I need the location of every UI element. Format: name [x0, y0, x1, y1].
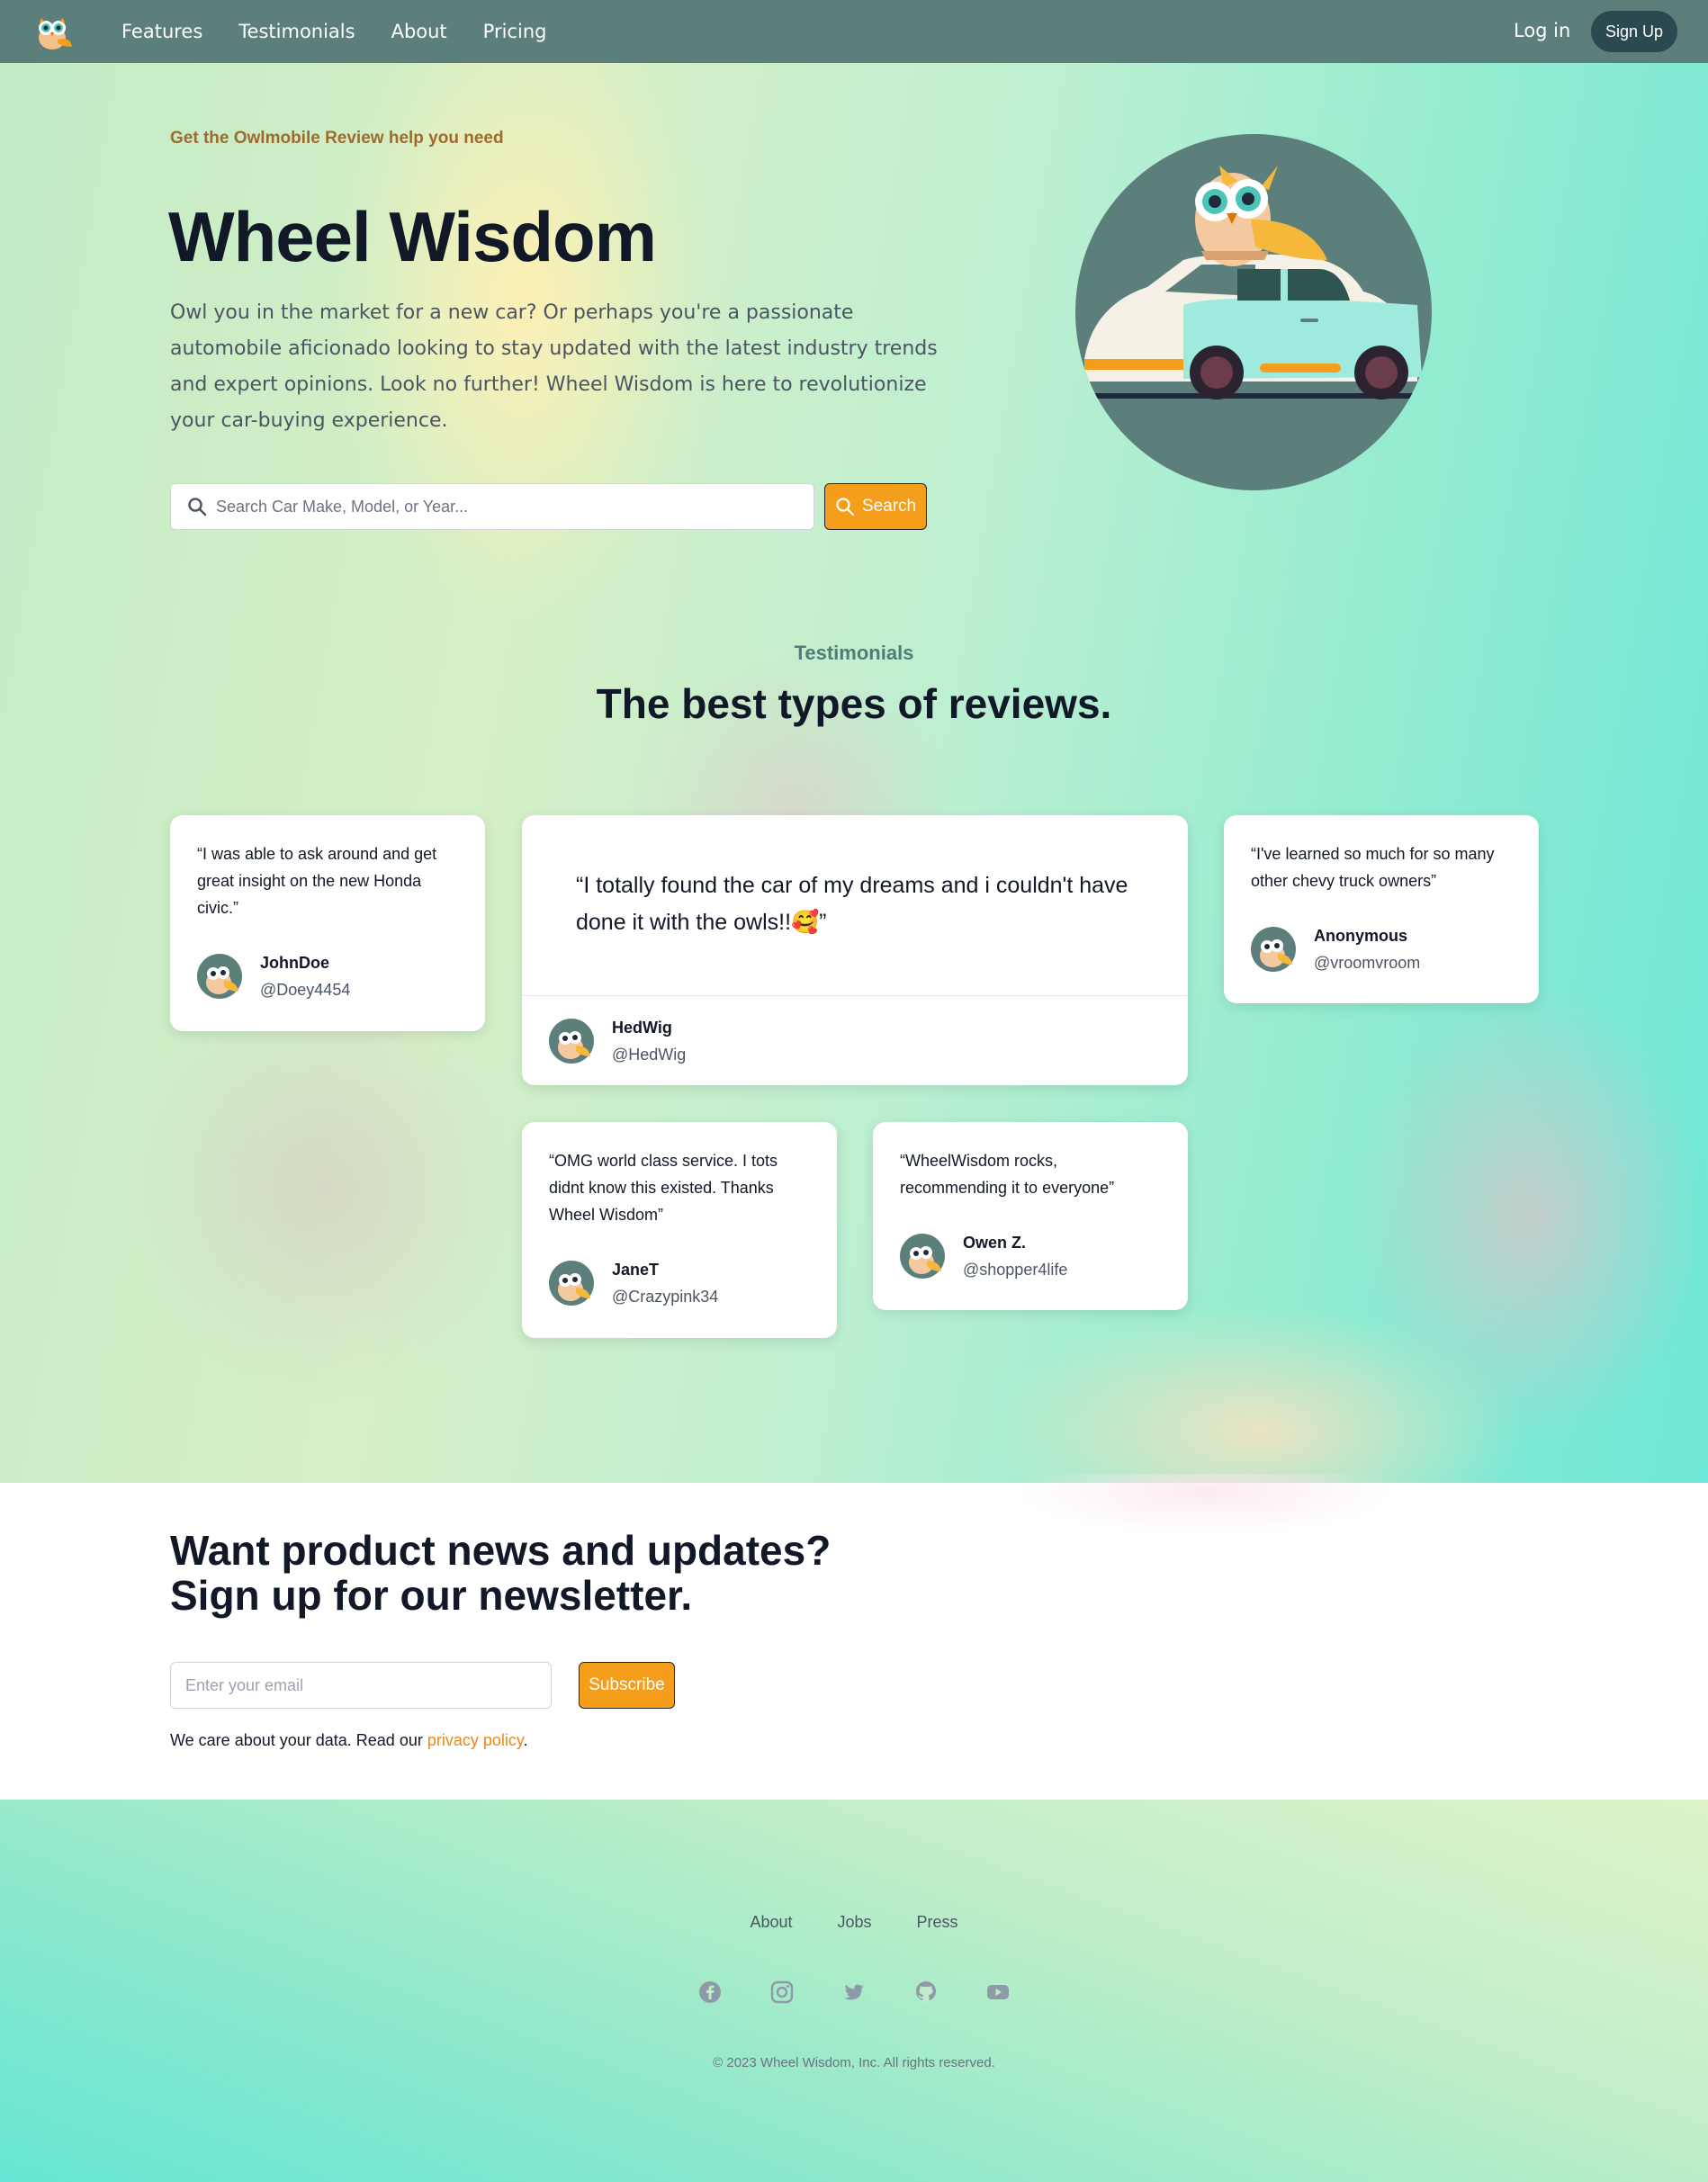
hero-eyebrow: Get the Owlmobile Review help you need: [170, 129, 504, 148]
facebook-icon[interactable]: [697, 1980, 723, 2005]
nav-link-pricing[interactable]: Pricing: [483, 21, 547, 42]
testimonial-quote: “WheelWisdom rocks, recommending it to e…: [900, 1152, 1115, 1197]
signup-button[interactable]: Sign Up: [1591, 11, 1677, 52]
footer-link-about[interactable]: About: [750, 1913, 792, 1932]
owl-avatar-icon: [1251, 927, 1296, 972]
newsletter-title: Want product news and updates? Sign up f…: [170, 1528, 831, 1618]
newsletter-section: Want product news and updates? Sign up f…: [0, 1474, 1708, 1800]
search-icon: [188, 498, 207, 516]
testimonials-eyebrow: Testimonials: [794, 642, 914, 664]
reviewer-handle: @shopper4life: [963, 1261, 1068, 1279]
featured-testimonial-quote: “I totally found the car of my dreams an…: [576, 873, 1128, 935]
nav-link-testimonials[interactable]: Testimonials: [238, 21, 355, 42]
reviewer-handle: @Doey4454: [260, 981, 351, 999]
hero-title: Wheel Wisdom: [168, 197, 657, 276]
privacy-note: We care about your data. Read our privac…: [170, 1731, 528, 1750]
login-link[interactable]: Log in: [1514, 20, 1570, 41]
privacy-prefix: We care about your data. Read our: [170, 1731, 427, 1749]
footer: About Jobs Press © 2023 Wheel Wisdom, In…: [0, 1800, 1708, 2182]
top-nav: Features Testimonials About Pricing Log …: [0, 0, 1708, 63]
owl-avatar-icon: [900, 1234, 945, 1279]
reviewer-name: JohnDoe: [260, 954, 330, 972]
subscribe-button[interactable]: Subscribe: [579, 1662, 675, 1709]
testimonial-card: “I was able to ask around and get great …: [170, 815, 485, 1031]
owl-avatar-icon: [549, 1019, 594, 1064]
email-field[interactable]: [170, 1662, 552, 1709]
search-icon: [836, 498, 854, 516]
copyright-text: © 2023 Wheel Wisdom, Inc. All rights res…: [713, 2055, 995, 2070]
privacy-policy-link[interactable]: privacy policy: [427, 1731, 524, 1749]
testimonial-quote: “OMG world class service. I tots didnt k…: [549, 1152, 778, 1224]
newsletter-title-line1: Want product news and updates?: [170, 1527, 832, 1574]
testimonial-card: “WheelWisdom rocks, recommending it to e…: [873, 1122, 1188, 1310]
reviewer-name: Anonymous: [1314, 927, 1408, 945]
footer-link-press[interactable]: Press: [917, 1913, 958, 1932]
github-icon[interactable]: [913, 1980, 939, 2005]
reviewer-handle: @Crazypink34: [612, 1288, 719, 1306]
featured-testimonial-card: “I totally found the car of my dreams an…: [522, 815, 1188, 1085]
twitter-icon[interactable]: [841, 1980, 867, 2005]
owl-avatar-icon: [549, 1261, 594, 1306]
search-field: [170, 483, 814, 530]
owl-car-illustration: [1075, 134, 1432, 490]
card-divider: [522, 995, 1188, 996]
footer-link-jobs[interactable]: Jobs: [838, 1913, 872, 1932]
reviewer-name: HedWig: [612, 1019, 672, 1037]
nav-link-features[interactable]: Features: [121, 21, 202, 42]
testimonial-card: “OMG world class service. I tots didnt k…: [522, 1122, 837, 1338]
testimonials-title: The best types of reviews.: [596, 680, 1112, 727]
testimonial-card: “I've learned so much for so many other …: [1224, 815, 1539, 1003]
owl-avatar-icon: [197, 954, 242, 999]
testimonial-quote: “I was able to ask around and get great …: [197, 845, 437, 917]
reviewer-handle: @HedWig: [612, 1046, 687, 1064]
testimonial-quote: “I've learned so much for so many other …: [1251, 845, 1495, 890]
hero-description: Owl you in the market for a new car? Or …: [170, 301, 938, 432]
search-input[interactable]: [216, 484, 801, 529]
privacy-suffix: .: [523, 1731, 528, 1749]
reviewer-name: Owen Z.: [963, 1234, 1027, 1252]
youtube-icon[interactable]: [985, 1980, 1011, 2005]
search-button[interactable]: Search: [824, 483, 927, 530]
reviewer-name: JaneT: [612, 1261, 660, 1279]
nav-link-about[interactable]: About: [391, 21, 447, 42]
search-button-label: Search: [861, 497, 917, 516]
reviewer-handle: @vroomvroom: [1314, 954, 1421, 972]
owl-logo-icon[interactable]: [31, 11, 74, 52]
decorative-blob: [936, 1474, 1476, 1600]
newsletter-title-line2: Sign up for our newsletter.: [170, 1572, 693, 1619]
instagram-icon[interactable]: [769, 1980, 795, 2005]
